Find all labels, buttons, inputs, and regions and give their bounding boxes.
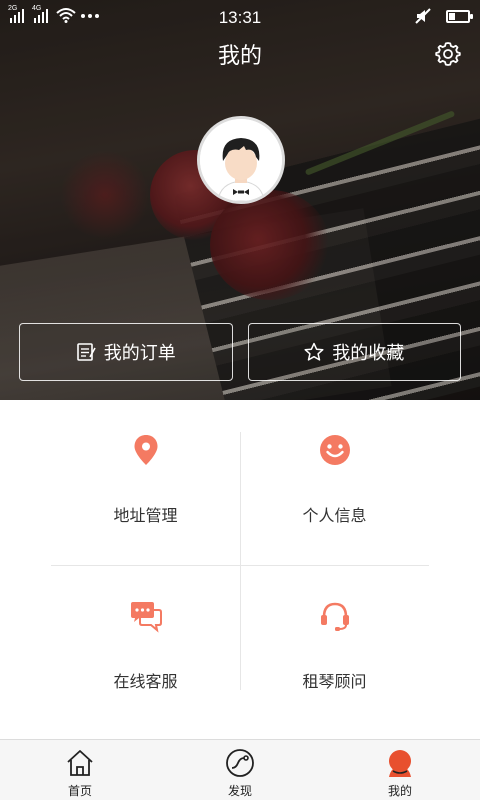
nav-home[interactable]: 首页	[0, 740, 160, 800]
menu-item-label: 个人信息	[302, 506, 367, 525]
star-icon	[304, 342, 324, 361]
mute-icon	[415, 8, 431, 24]
nav-mine[interactable]: 我的	[320, 740, 480, 800]
my-orders-button[interactable]: 我的订单	[19, 323, 233, 381]
home-icon	[67, 750, 93, 776]
my-favorites-label: 我的收藏	[332, 343, 405, 364]
status-time: 13:31	[218, 8, 262, 27]
nav-discover[interactable]: 发现	[160, 740, 320, 800]
discover-icon	[226, 749, 254, 777]
gear-icon[interactable]	[434, 40, 462, 68]
menu-item-rental-advisor[interactable]: 租琴顾问	[240, 598, 429, 728]
profile-icon	[389, 750, 411, 777]
nav-mine-label: 我的	[387, 784, 412, 798]
menu-item-profile-info[interactable]: 个人信息	[240, 432, 429, 562]
cartoon-avatar	[200, 119, 282, 201]
menu-grid: 地址管理 个人信息 在线客服 租琴顾问	[51, 432, 429, 691]
my-orders-label: 我的订单	[103, 343, 176, 364]
menu-item-label: 地址管理	[113, 506, 178, 525]
location-pin-icon	[134, 435, 157, 465]
page-title: 我的	[217, 44, 262, 69]
nav-home-label: 首页	[67, 784, 92, 798]
menu-item-label: 在线客服	[113, 672, 178, 691]
smiley-icon	[319, 435, 350, 465]
status-bar: 2G 4G 13:31	[0, 0, 480, 34]
order-list-icon	[76, 343, 96, 361]
nav-discover-label: 发现	[227, 784, 252, 798]
headset-icon	[320, 602, 349, 631]
menu-item-label: 租琴顾问	[302, 672, 367, 691]
chat-bubble-icon	[130, 602, 162, 633]
menu-item-online-service[interactable]: 在线客服	[51, 598, 240, 728]
avatar[interactable]	[197, 116, 285, 204]
my-favorites-button[interactable]: 我的收藏	[247, 323, 461, 381]
menu-item-address[interactable]: 地址管理	[51, 432, 240, 562]
bottom-nav: 首页 发现 我的	[0, 739, 480, 800]
battery-icon	[446, 9, 473, 23]
divider	[51, 565, 429, 566]
